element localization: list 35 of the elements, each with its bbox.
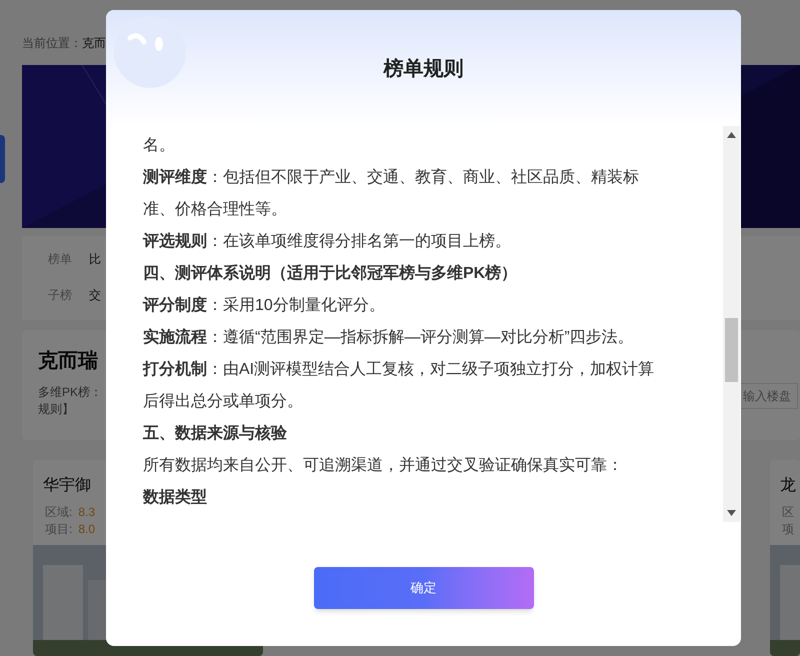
filter-option[interactable]: 交 — [89, 286, 101, 304]
rule-paragraph: 测评维度：包括但不限于产业、交通、教育、商业、社区品质、精装标准、价格合理性等。 — [143, 167, 640, 220]
score-label: 项 — [782, 521, 794, 538]
card-title: 龙 — [780, 476, 796, 496]
rule-paragraph: 所有数据均来自公开、可追溯渠道，并通过交叉验证确保真实可靠： — [143, 456, 624, 476]
rule-paragraph: 名。 — [143, 136, 176, 156]
description-text: 规则】 — [38, 401, 74, 418]
section-heading: 五、数据来源与核验 — [143, 424, 288, 444]
score-label: 区域: — [45, 504, 72, 521]
description-text: 多维PK榜： — [38, 384, 102, 401]
rule-paragraph: 评分制度：采用10分制量化评分。 — [143, 295, 386, 316]
breadcrumb-link[interactable]: 克而 — [82, 34, 106, 52]
card-title: 华宇御 — [43, 476, 91, 496]
score-label: 项目: — [45, 521, 72, 538]
score-value: 8.0 — [78, 521, 96, 538]
scroll-down-icon[interactable] — [727, 510, 736, 516]
rule-paragraph: 实施流程：遵循“范围界定—指标拆解—评分测算—对比分析”四步法。 — [143, 327, 635, 348]
list-title: 克而瑞 — [38, 349, 98, 374]
side-tab[interactable] — [0, 135, 5, 183]
section-heading: 数据类型 — [143, 488, 208, 508]
dialog-title: 榜单规则 — [384, 56, 464, 82]
filter-label: 榜单 — [48, 251, 72, 268]
rule-paragraph: 评选规则：在该单项维度得分排名第一的项目上榜。 — [143, 232, 512, 252]
breadcrumb-label: 当前位置： — [22, 35, 82, 52]
scrollbar[interactable] — [723, 126, 740, 522]
filter-option[interactable]: 比 — [89, 250, 101, 268]
scrollbar-thumb[interactable] — [725, 318, 738, 382]
scroll-up-icon[interactable] — [727, 132, 736, 138]
confirm-button[interactable]: 确定 — [314, 567, 534, 609]
filter-label: 子榜 — [48, 287, 72, 304]
search-field[interactable]: 输入楼盘 — [740, 383, 798, 409]
rule-paragraph: 打分机制：由AI测评模型结合人工复核，对二级子项独立打分，加权计算后得出总分或单项分。 — [143, 360, 655, 412]
score-label: 区 — [782, 504, 794, 521]
section-heading: 四、测评体系说明（适用于比邻冠军榜与多维PK榜） — [143, 263, 518, 284]
score-value: 8.3 — [78, 504, 96, 521]
